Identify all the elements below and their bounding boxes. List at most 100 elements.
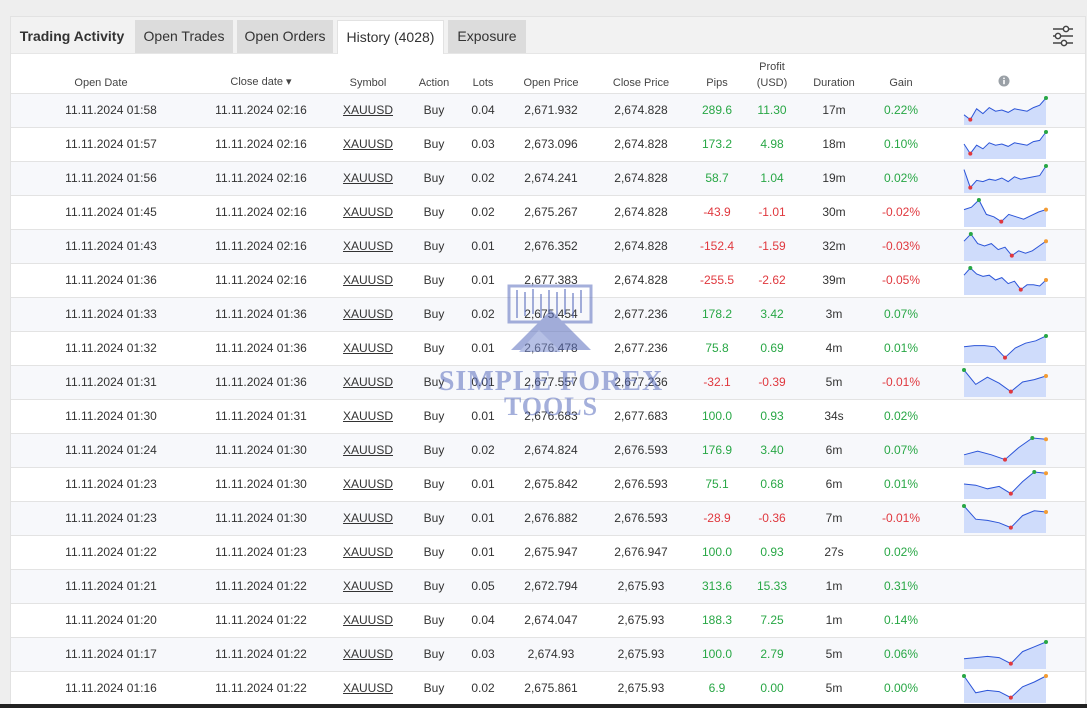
table-row[interactable]: 11.11.2024 01:23 11.11.2024 01:30 XAUUSD Bu… bbox=[11, 467, 1085, 501]
header-open-date[interactable]: Open Date bbox=[51, 77, 151, 89]
table-row[interactable]: 11.11.2024 01:36 11.11.2024 02:16 XAUUSD Bu… bbox=[11, 263, 1085, 297]
cell-lots: 0.03 bbox=[471, 647, 495, 661]
cell-close-date: 11.11.2024 02:16 bbox=[215, 239, 307, 253]
cell-action: Buy bbox=[423, 511, 445, 525]
header-profit[interactable]: Profit bbox=[749, 61, 795, 73]
cell-duration: 39m bbox=[822, 273, 846, 287]
info-icon[interactable] bbox=[996, 75, 1012, 90]
sparkline-min-dot bbox=[1008, 389, 1013, 394]
equity-sparkline bbox=[962, 368, 1048, 397]
cell-open-date: 11.11.2024 01:31 bbox=[65, 375, 157, 389]
table-row[interactable]: 11.11.2024 01:20 11.11.2024 01:22 XAUUSD Bu… bbox=[11, 603, 1085, 637]
cell-open-date: 11.11.2024 01:23 bbox=[65, 477, 157, 491]
cell-symbol[interactable]: XAUUSD bbox=[336, 128, 400, 161]
table-row[interactable]: 11.11.2024 01:45 11.11.2024 02:16 XAUUSD Bu… bbox=[11, 195, 1085, 229]
cell-profit: 0.68 bbox=[760, 477, 784, 491]
filter-settings-icon[interactable] bbox=[1051, 24, 1075, 48]
header-gain[interactable]: Gain bbox=[879, 77, 923, 89]
cell-symbol[interactable]: XAUUSD bbox=[336, 400, 400, 433]
table-row[interactable]: 11.11.2024 01:17 11.11.2024 01:22 XAUUSD Bu… bbox=[11, 637, 1085, 671]
cell-duration: 17m bbox=[822, 103, 846, 117]
sparkline-max-dot bbox=[1044, 164, 1048, 168]
cell-close-price: 2,676.947 bbox=[614, 545, 668, 559]
cell-symbol[interactable]: XAUUSD bbox=[336, 672, 400, 705]
cell-close-price: 2,676.593 bbox=[614, 443, 668, 457]
cell-symbol[interactable]: XAUUSD bbox=[336, 162, 400, 195]
cell-symbol[interactable]: XAUUSD bbox=[336, 230, 400, 263]
header-symbol[interactable]: Symbol bbox=[336, 77, 400, 89]
table-row[interactable]: 11.11.2024 01:22 11.11.2024 01:23 XAUUSD Bu… bbox=[11, 535, 1085, 569]
tab-exposure[interactable]: Exposure bbox=[448, 20, 526, 53]
cell-symbol[interactable]: XAUUSD bbox=[336, 604, 400, 637]
cell-duration: 6m bbox=[825, 477, 843, 491]
cell-open-date: 11.11.2024 01:30 bbox=[65, 409, 157, 423]
cell-symbol[interactable]: XAUUSD bbox=[336, 298, 400, 331]
cell-symbol[interactable]: XAUUSD bbox=[336, 196, 400, 229]
table-row[interactable]: 11.11.2024 01:31 11.11.2024 01:36 XAUUSD Bu… bbox=[11, 365, 1085, 399]
table-row[interactable]: 11.11.2024 01:57 11.11.2024 02:16 XAUUSD Bu… bbox=[11, 127, 1085, 161]
cell-gain: 0.22% bbox=[883, 103, 919, 117]
cell-symbol[interactable]: XAUUSD bbox=[336, 434, 400, 467]
cell-profit: -2.62 bbox=[758, 273, 786, 287]
cell-symbol[interactable]: XAUUSD bbox=[336, 570, 400, 603]
cell-open-price: 2,674.824 bbox=[524, 443, 578, 457]
table-row[interactable]: 11.11.2024 01:30 11.11.2024 01:31 XAUUSD Bu… bbox=[11, 399, 1085, 433]
cell-gain: -0.01% bbox=[881, 375, 921, 389]
header-duration[interactable]: Duration bbox=[804, 77, 864, 89]
cell-symbol[interactable]: XAUUSD bbox=[336, 94, 400, 127]
tab-history[interactable]: History (4028) bbox=[337, 20, 444, 54]
cell-lots: 0.02 bbox=[471, 205, 495, 219]
table-row[interactable]: 11.11.2024 01:33 11.11.2024 01:36 XAUUSD Bu… bbox=[11, 297, 1085, 331]
table-row[interactable]: 11.11.2024 01:56 11.11.2024 02:16 XAUUSD Bu… bbox=[11, 161, 1085, 195]
header-open-price[interactable]: Open Price bbox=[511, 77, 591, 89]
cell-lots: 0.02 bbox=[471, 681, 495, 695]
table-row[interactable]: 11.11.2024 01:16 11.11.2024 01:22 XAUUSD Bu… bbox=[11, 671, 1085, 705]
cell-symbol[interactable]: XAUUSD bbox=[336, 638, 400, 671]
cell-close-price: 2,677.683 bbox=[614, 409, 668, 423]
cell-symbol[interactable]: XAUUSD bbox=[336, 264, 400, 297]
sparkline-area bbox=[964, 642, 1046, 669]
cell-open-date: 11.11.2024 01:21 bbox=[65, 579, 157, 593]
cell-open-price: 2,675.454 bbox=[524, 307, 578, 321]
bottom-edge bbox=[0, 704, 1087, 708]
table-row[interactable]: 11.11.2024 01:32 11.11.2024 01:36 XAUUSD Bu… bbox=[11, 331, 1085, 365]
cell-open-price: 2,675.861 bbox=[524, 681, 578, 695]
sparkline-min-dot bbox=[1003, 355, 1007, 360]
cell-gain: -0.05% bbox=[881, 273, 921, 287]
cell-open-date: 11.11.2024 01:36 bbox=[65, 273, 157, 287]
cell-gain: 0.07% bbox=[883, 443, 919, 457]
table-row[interactable]: 11.11.2024 01:24 11.11.2024 01:30 XAUUSD Bu… bbox=[11, 433, 1085, 467]
cell-open-date: 11.11.2024 01:20 bbox=[65, 613, 157, 627]
cell-close-date: 11.11.2024 02:16 bbox=[215, 103, 307, 117]
cell-symbol[interactable]: XAUUSD bbox=[336, 468, 400, 501]
tab-open-orders[interactable]: Open Orders bbox=[237, 20, 333, 53]
header-close-price[interactable]: Close Price bbox=[601, 77, 681, 89]
table-row[interactable]: 11.11.2024 01:21 11.11.2024 01:22 XAUUSD Bu… bbox=[11, 569, 1085, 603]
cell-open-price: 2,673.096 bbox=[524, 137, 578, 151]
cell-pips: 6.9 bbox=[708, 681, 726, 695]
table-row[interactable]: 11.11.2024 01:23 11.11.2024 01:30 XAUUSD Bu… bbox=[11, 501, 1085, 535]
cell-close-date: 11.11.2024 01:22 bbox=[215, 647, 307, 661]
header-pips[interactable]: Pips bbox=[695, 77, 739, 89]
sparkline-min-dot bbox=[1008, 525, 1013, 530]
tab-open-trades[interactable]: Open Trades bbox=[135, 20, 233, 53]
header-close-date[interactable]: Close date ▾ bbox=[201, 75, 321, 88]
cell-duration: 30m bbox=[822, 205, 846, 219]
header-action[interactable]: Action bbox=[410, 77, 458, 89]
cell-open-date: 11.11.2024 01:58 bbox=[65, 103, 157, 117]
cell-close-date: 11.11.2024 01:36 bbox=[215, 375, 307, 389]
cell-symbol[interactable]: XAUUSD bbox=[336, 502, 400, 535]
sparkline-min-dot bbox=[968, 151, 973, 156]
header-lots[interactable]: Lots bbox=[463, 77, 503, 89]
equity-sparkline bbox=[963, 198, 1048, 227]
cell-symbol[interactable]: XAUUSD bbox=[336, 366, 400, 399]
sparkline-min-dot bbox=[999, 219, 1004, 224]
table-row[interactable]: 11.11.2024 01:58 11.11.2024 02:16 XAUUSD Bu… bbox=[11, 93, 1085, 127]
cell-symbol[interactable]: XAUUSD bbox=[336, 332, 400, 365]
cell-open-date: 11.11.2024 01:56 bbox=[65, 171, 157, 185]
cell-symbol[interactable]: XAUUSD bbox=[336, 536, 400, 569]
cell-open-price: 2,676.683 bbox=[524, 409, 578, 423]
cell-pips: -32.1 bbox=[703, 375, 731, 389]
table-row[interactable]: 11.11.2024 01:43 11.11.2024 02:16 XAUUSD Bu… bbox=[11, 229, 1085, 263]
cell-pips: 176.9 bbox=[701, 443, 733, 457]
